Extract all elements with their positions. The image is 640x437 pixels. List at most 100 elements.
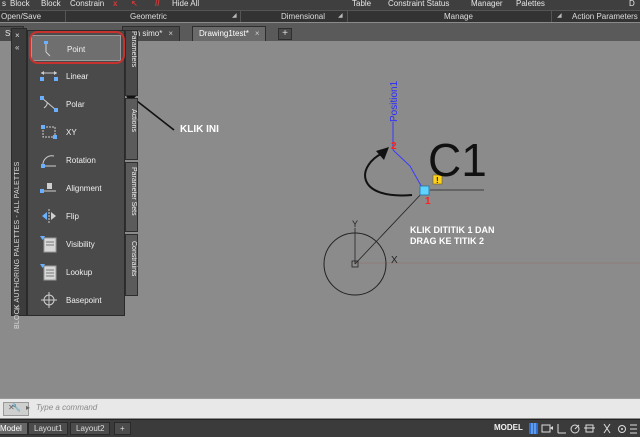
palette-item-label: Polar — [66, 100, 85, 109]
palette-item-label: Rotation — [66, 156, 96, 165]
palette-item-label: XY — [66, 128, 77, 137]
manager-button[interactable]: Manager — [471, 0, 503, 8]
palette-title-strip[interactable]: × « ≡ BLOCK AUTHORING PALETTES - ALL PAL… — [11, 28, 27, 329]
highlight-ring — [29, 31, 125, 64]
palette-item-xy[interactable]: XY — [31, 119, 121, 145]
panel-manage[interactable]: Manage — [444, 12, 473, 21]
flip-parameter-icon — [42, 209, 56, 223]
panel-geometric[interactable]: Geometric — [130, 12, 167, 21]
drag-arrow — [364, 151, 413, 197]
annotation-c1: C1 — [428, 134, 487, 186]
close-icon[interactable]: ✕ — [8, 403, 15, 412]
panel-manage-expand-icon[interactable]: ◢ — [557, 12, 562, 19]
palette-item-basepoint[interactable]: Basepoint — [31, 287, 121, 313]
new-layout-button[interactable]: + — [114, 422, 131, 435]
ribbon-open-save-stub[interactable]: s — [2, 0, 6, 8]
panel-separator — [65, 11, 66, 22]
tab-label: Parameters — [130, 31, 137, 68]
tab-parameter-sets[interactable]: Parameter Sets — [125, 162, 138, 232]
panel-geometric-expand-icon[interactable]: ◢ — [232, 12, 237, 19]
linear-parameter-icon — [40, 71, 58, 81]
hide-all-button[interactable]: Hide All — [172, 0, 199, 8]
palette-item-rotation[interactable]: Rotation — [31, 147, 121, 173]
panel-separator — [240, 11, 241, 22]
close-icon[interactable]: × — [255, 29, 260, 38]
status-toggles — [529, 423, 637, 434]
tab-label: Layout2 — [76, 424, 105, 433]
geometric-tool-icon-2[interactable]: ↖ — [131, 0, 138, 8]
polar-tracking-icon[interactable] — [570, 424, 580, 434]
palettes-button[interactable]: Palettes — [516, 0, 545, 8]
osnap-icon[interactable] — [584, 424, 595, 433]
grip-number-2: 2 — [391, 141, 397, 152]
new-tab-button[interactable]: + — [278, 28, 292, 40]
polar-parameter-icon — [40, 96, 58, 112]
palette-item-alignment[interactable]: Alignment — [31, 175, 121, 201]
close-icon[interactable]: × — [168, 29, 173, 38]
ribbon-tools-row: s Block Block Constrain x ↖ // Hide All … — [0, 0, 640, 9]
tab-drawing1test[interactable]: Drawing1test* × — [192, 26, 267, 41]
ribbon-panel-titles: Open/Save Geometric ◢ Dimensional ◢ Mana… — [0, 10, 640, 22]
point-grip-cyan[interactable] — [419, 185, 430, 196]
palette-title: BLOCK AUTHORING PALETTES - ALL PALETTES — [14, 161, 21, 329]
tab-parameters[interactable]: Parameters — [125, 30, 138, 96]
tab-label: Actions — [130, 109, 137, 132]
tab-layout2[interactable]: Layout2 — [70, 422, 111, 435]
snap-icon[interactable] — [541, 424, 553, 433]
xy-parameter-icon — [41, 125, 57, 139]
drag-arrow-head — [376, 147, 389, 160]
tab-actions[interactable]: Actions — [125, 98, 138, 160]
ortho-icon[interactable] — [557, 424, 566, 434]
annotation-scale-icon[interactable] — [603, 423, 611, 434]
basepoint-parameter-icon — [41, 292, 57, 308]
close-icon[interactable]: × — [15, 31, 20, 40]
constraint-status-button[interactable]: Constraint Status — [388, 0, 449, 8]
annotation-instruction-line1: KLIK DITITIK 1 DAN — [410, 225, 495, 235]
palette-item-label: Alignment — [66, 184, 102, 193]
palette-item-label: Flip — [66, 212, 79, 221]
grid-icon[interactable] — [529, 423, 538, 434]
tab-model[interactable]: Model — [0, 422, 28, 435]
lookup-parameter-icon — [40, 264, 57, 281]
palette-item-lookup[interactable]: Lookup — [31, 259, 121, 285]
table-button[interactable]: Table — [352, 0, 371, 8]
geometric-tool-icon-3[interactable]: // — [155, 0, 159, 8]
rotation-parameter-icon — [41, 155, 56, 168]
ribbon: s Block Block Constrain x ↖ // Hide All … — [0, 0, 640, 22]
status-bar: Model Layout1 Layout2 + MODEL — [0, 419, 640, 437]
palette-item-polar[interactable]: Polar — [31, 91, 121, 117]
visibility-parameter-icon — [40, 236, 57, 253]
block-editor-button[interactable]: Block — [41, 0, 61, 8]
tab-layout1[interactable]: Layout1 — [28, 422, 69, 435]
customization-menu-icon[interactable] — [630, 424, 637, 434]
panel-action-parameters[interactable]: Action Parameters — [572, 12, 638, 21]
command-input[interactable]: Type a command — [36, 403, 97, 412]
palette-item-label: Basepoint — [66, 296, 102, 305]
param-leader — [392, 149, 425, 192]
palette-item-visibility[interactable]: Visibility — [31, 231, 121, 257]
auto-hide-icon[interactable]: « — [15, 43, 19, 52]
param-label-position1[interactable]: Position1 — [389, 80, 400, 122]
ucs-y-label: Y — [352, 219, 358, 229]
tab-label: Model — [0, 424, 22, 433]
palette-item-flip[interactable]: Flip — [31, 203, 121, 229]
geometric-tool-icon[interactable]: x — [113, 0, 117, 8]
palette-item-linear[interactable]: Linear — [31, 63, 121, 89]
ribbon-d-stub[interactable]: D — [629, 0, 635, 8]
tab-label: Layout1 — [34, 424, 63, 433]
block-button[interactable]: Block — [10, 0, 30, 8]
model-space-button[interactable]: MODEL — [494, 423, 523, 432]
tab-constraints[interactable]: Constraints — [125, 234, 138, 296]
panel-dimensional-expand-icon[interactable]: ◢ — [338, 12, 343, 19]
panel-open-save[interactable]: Open/Save — [1, 12, 41, 21]
tab-label: + — [120, 424, 125, 433]
ucs-x-label: X — [391, 255, 398, 266]
constrain-button[interactable]: Constrain — [70, 0, 104, 8]
alignment-parameter-icon — [40, 183, 56, 193]
palette-item-label: Lookup — [66, 268, 93, 277]
panel-dimensional[interactable]: Dimensional — [281, 12, 325, 21]
command-prompt-icon: ▸ — [26, 403, 31, 412]
palette-item-label: Linear — [66, 72, 89, 81]
settings-icon[interactable] — [618, 425, 626, 433]
command-line: 🔧 ✕ ▸ Type a command — [0, 398, 640, 418]
